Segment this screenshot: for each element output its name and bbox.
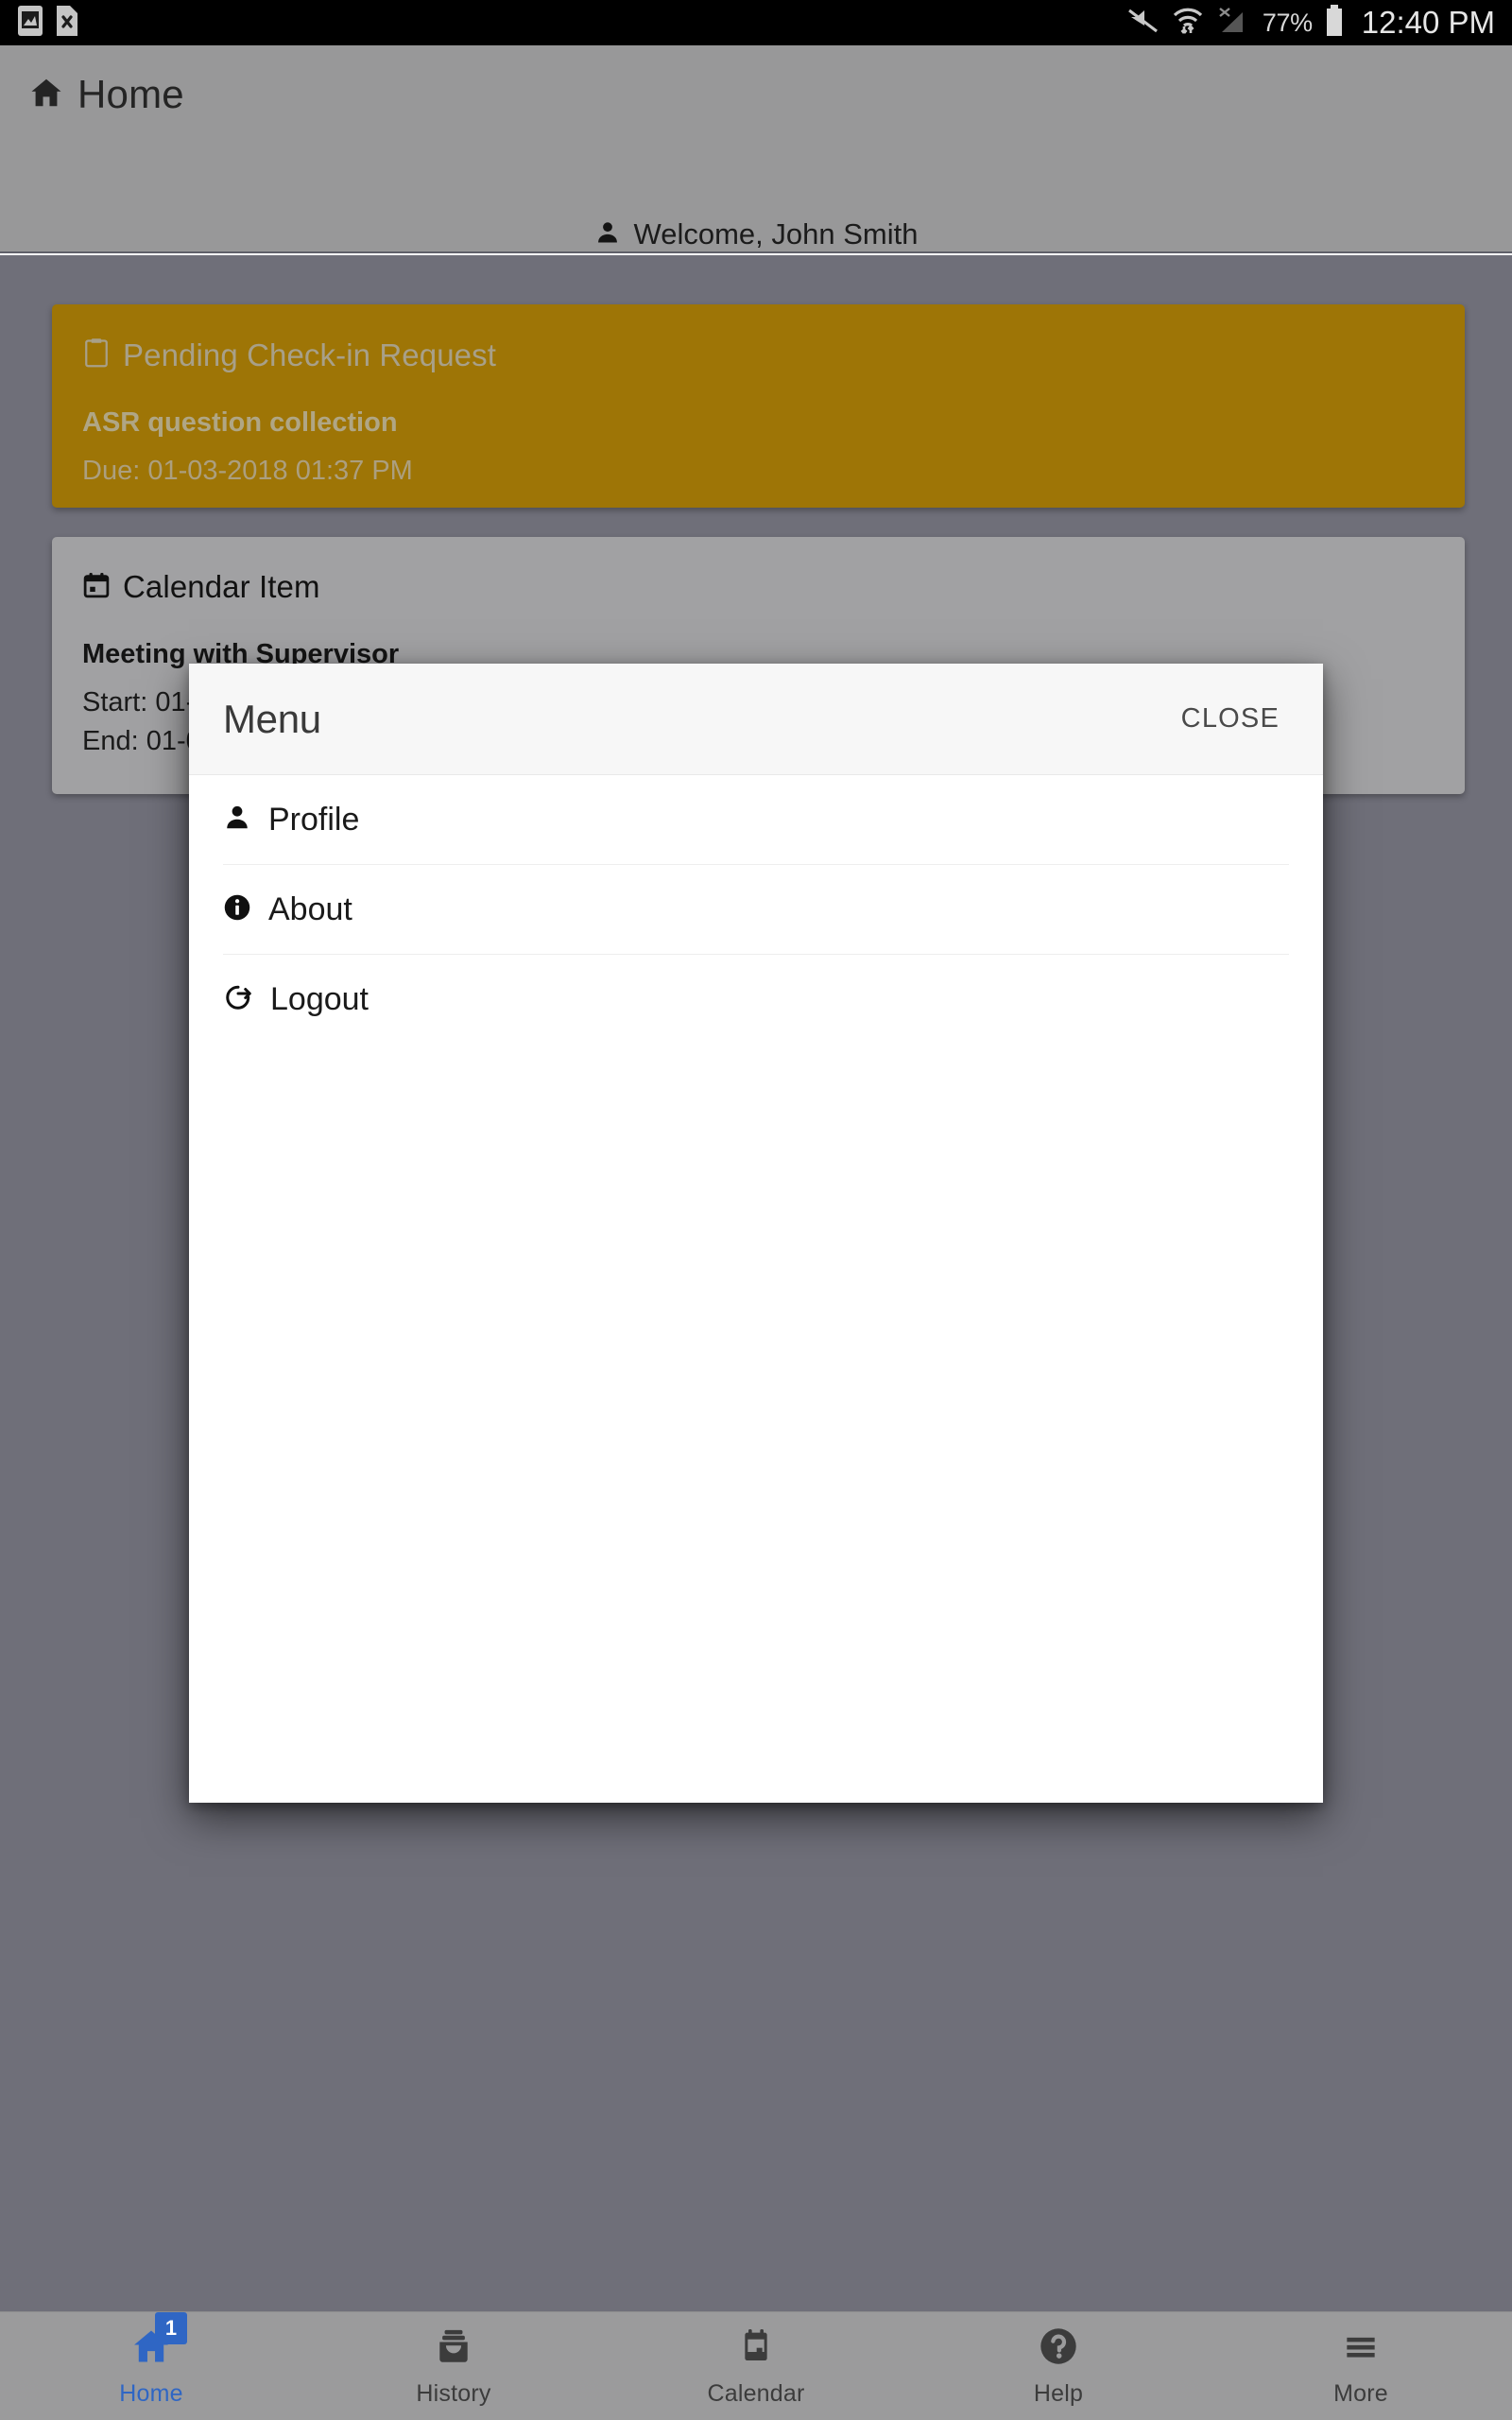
bottom-navigation-bar: 1 Home History Calendar Help More [0, 2311, 1512, 2420]
pending-checkin-card[interactable]: Pending Check-in Request ASR question co… [52, 304, 1465, 508]
nav-item-history[interactable]: History [302, 2312, 605, 2420]
cellular-no-service-icon [1216, 6, 1250, 41]
person-icon [594, 218, 621, 251]
nav-item-label: More [1333, 2379, 1388, 2407]
nav-item-label: Home [119, 2379, 183, 2407]
battery-icon [1325, 4, 1344, 42]
nav-item-more[interactable]: More [1210, 2312, 1512, 2420]
calendar-card-header: Calendar Item [82, 569, 1435, 605]
calendar-icon [82, 571, 111, 604]
battery-percent-label: 77% [1262, 8, 1313, 37]
clipboard-icon [82, 337, 111, 373]
status-bar-right-icons: 77% 12:40 PM [1127, 4, 1495, 42]
wifi-icon [1172, 6, 1204, 41]
menu-modal: Menu CLOSE Profile About Logout [189, 664, 1323, 1803]
info-circle-icon [223, 893, 251, 926]
menu-modal-title: Menu [223, 696, 321, 741]
menu-item-label: Profile [268, 801, 360, 838]
app-screen: 77% 12:40 PM Home Welcome, John Smith Pe… [0, 0, 1512, 2420]
document-error-icon [55, 5, 79, 42]
welcome-message: Welcome, John Smith [633, 217, 919, 251]
status-bar-left-icons [17, 5, 79, 42]
home-icon: 1 [130, 2311, 187, 2372]
menu-item-profile[interactable]: Profile [223, 775, 1289, 865]
nav-item-calendar[interactable]: Calendar [605, 2312, 907, 2420]
nav-item-label: Calendar [707, 2379, 805, 2407]
welcome-row: Welcome, John Smith [0, 217, 1512, 251]
person-icon [223, 803, 251, 838]
screenshot-image-icon [17, 5, 43, 42]
close-button[interactable]: CLOSE [1176, 694, 1285, 744]
pending-card-subject: ASR question collection [82, 407, 398, 438]
pending-card-title: Pending Check-in Request [123, 337, 496, 372]
status-bar-clock: 12:40 PM [1361, 5, 1495, 40]
page-title: Home [77, 72, 184, 116]
menu-item-label: About [268, 890, 352, 927]
calendar-card-title: Calendar Item [123, 569, 320, 604]
mute-icon [1127, 6, 1160, 41]
nav-item-label: Help [1033, 2379, 1084, 2407]
page-title-row: Home [28, 72, 184, 117]
pending-card-due: Due: 01-03-2018 01:37 PM [82, 456, 413, 486]
menu-item-logout[interactable]: Logout [223, 955, 1289, 1045]
menu-modal-header: Menu CLOSE [189, 664, 1323, 775]
app-header: Home Welcome, John Smith [0, 45, 1512, 253]
nav-item-label: History [416, 2379, 491, 2407]
archive-icon [434, 2325, 473, 2372]
calendar-icon [737, 2325, 775, 2372]
menu-item-about[interactable]: About [223, 865, 1289, 955]
nav-item-home[interactable]: 1 Home [0, 2311, 302, 2420]
menu-modal-body: Profile About Logout [189, 775, 1323, 1045]
home-badge: 1 [155, 2311, 187, 2344]
logout-icon [223, 983, 253, 1016]
menu-item-label: Logout [270, 981, 369, 1017]
status-bar: 77% 12:40 PM [0, 0, 1512, 45]
pending-card-header: Pending Check-in Request [82, 337, 1435, 373]
hamburger-icon [1340, 2325, 1382, 2372]
home-icon [28, 75, 64, 115]
nav-item-help[interactable]: Help [907, 2312, 1210, 2420]
help-circle-icon [1038, 2325, 1079, 2372]
